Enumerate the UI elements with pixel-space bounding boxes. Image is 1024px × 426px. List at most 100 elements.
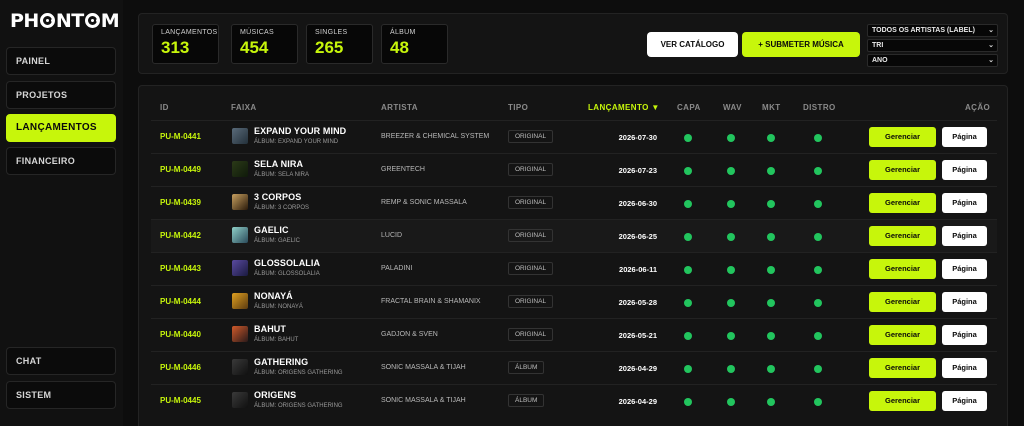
sidebar-item-financeiro[interactable]: FINANCEIRO: [6, 147, 116, 175]
table-row[interactable]: PU-M-0446 GATHERING ÁLBUM: ORIGENS GATHE…: [151, 351, 997, 384]
table-row[interactable]: PU-M-0444 NONAYÁ ÁLBUM: NONAYÁ FRACTAL B…: [151, 285, 997, 318]
stat-card-musicas: Músicas 454: [231, 24, 298, 64]
column-header-track[interactable]: FAIXA: [231, 103, 257, 112]
mkt-status-dot: [767, 266, 775, 274]
distro-status-dot: [814, 365, 822, 373]
distro-status-dot: [814, 167, 822, 175]
page-button[interactable]: Página: [942, 391, 987, 411]
release-date: 2026-06-30: [618, 199, 657, 208]
release-date: 2026-05-21: [618, 331, 657, 340]
cover-status-dot: [684, 134, 692, 142]
release-id[interactable]: PU-M-0443: [160, 264, 201, 273]
table-row[interactable]: PU-M-0441 EXPAND YOUR MIND ÁLBUM: EXPAND…: [151, 120, 997, 153]
page-button[interactable]: Página: [942, 259, 987, 279]
artist-filter-select[interactable]: TODOS OS ARTISTAS (LABEL) ⌄: [867, 24, 998, 37]
release-id[interactable]: PU-M-0449: [160, 165, 201, 174]
year-filter-select[interactable]: ANO ⌄: [867, 54, 998, 67]
column-header-type[interactable]: TIPO: [508, 103, 528, 112]
column-header-action: AÇÃO: [965, 103, 991, 112]
wav-status-dot: [727, 200, 735, 208]
column-header-release[interactable]: LANÇAMENTO ▼: [588, 103, 660, 112]
table-row[interactable]: PU-M-0443 GLOSSOLALIA ÁLBUM: GLOSSOLALIA…: [151, 252, 997, 285]
table-row[interactable]: PU-M-0445 ORIGENS ÁLBUM: ORIGENS GATHERI…: [151, 384, 997, 417]
wav-status-dot: [727, 332, 735, 340]
manage-button[interactable]: Gerenciar: [869, 259, 936, 279]
mkt-status-dot: [767, 365, 775, 373]
release-date: 2026-04-29: [618, 364, 657, 373]
stat-label: Álbum: [390, 29, 416, 36]
track-album: ÁLBUM: ORIGENS GATHERING: [254, 403, 343, 409]
track-album: ÁLBUM: EXPAND YOUR MIND: [254, 139, 339, 145]
column-header-artist[interactable]: ARTISTA: [381, 103, 418, 112]
cover-status-dot: [684, 266, 692, 274]
view-catalog-button[interactable]: VER CATÁLOGO: [647, 32, 738, 57]
manage-button[interactable]: Gerenciar: [869, 160, 936, 180]
sidebar-item-projetos[interactable]: PROJETOS: [6, 81, 116, 109]
type-badge: ORIGINAL: [508, 262, 554, 275]
column-header-distro[interactable]: DISTRO: [803, 103, 836, 112]
track-artist: BREEZER & CHEMICAL SYSTEM: [381, 133, 490, 140]
table-row[interactable]: PU-M-0442 GAELIC ÁLBUM: GAELIC LUCID ORI…: [151, 219, 997, 252]
page-button[interactable]: Página: [942, 193, 987, 213]
page-button[interactable]: Página: [942, 226, 987, 246]
column-header-cover[interactable]: CAPA: [677, 103, 701, 112]
release-id[interactable]: PU-M-0446: [160, 363, 201, 372]
page-button[interactable]: Página: [942, 160, 987, 180]
manage-button[interactable]: Gerenciar: [869, 127, 936, 147]
table-row[interactable]: PU-M-0440 BAHUT ÁLBUM: BAHUT GADJON & SV…: [151, 318, 997, 351]
stat-card-singles: Singles 265: [306, 24, 373, 64]
column-header-id[interactable]: ID: [160, 103, 169, 112]
stat-card-album: Álbum 48: [381, 24, 448, 64]
distro-status-dot: [814, 200, 822, 208]
release-id[interactable]: PU-M-0444: [160, 297, 201, 306]
cover-thumbnail: [232, 260, 248, 276]
distro-status-dot: [814, 398, 822, 406]
column-header-wav[interactable]: WAV: [723, 103, 742, 112]
select-value: TRI: [872, 42, 884, 49]
cover-status-dot: [684, 299, 692, 307]
releases-table: ID FAIXA ARTISTA TIPO LANÇAMENTO ▼ CAPA …: [138, 85, 1008, 426]
manage-button[interactable]: Gerenciar: [869, 358, 936, 378]
table-row[interactable]: PU-M-0449 SELA NIRA ÁLBUM: SELA NIRA GRE…: [151, 153, 997, 186]
page-button[interactable]: Página: [942, 127, 987, 147]
track-artist: LUCID: [381, 232, 403, 239]
sidebar-item-sistem[interactable]: SISTEM: [6, 381, 116, 409]
select-value: ANO: [872, 57, 888, 64]
track-album: ÁLBUM: GAELIC: [254, 238, 301, 244]
quarter-filter-select[interactable]: TRI ⌄: [867, 39, 998, 52]
page-button[interactable]: Página: [942, 325, 987, 345]
mkt-status-dot: [767, 398, 775, 406]
select-value: TODOS OS ARTISTAS (LABEL): [872, 27, 975, 34]
cover-thumbnail: [232, 326, 248, 342]
track-title: GATHERING: [254, 357, 309, 367]
release-id[interactable]: PU-M-0439: [160, 198, 201, 207]
submit-music-button[interactable]: + SUBMETER MÚSICA: [742, 32, 860, 57]
manage-button[interactable]: Gerenciar: [869, 193, 936, 213]
mkt-status-dot: [767, 134, 775, 142]
manage-button[interactable]: Gerenciar: [869, 325, 936, 345]
page-button[interactable]: Página: [942, 358, 987, 378]
phantom-logo[interactable]: PH NT M: [10, 10, 120, 32]
track-artist: REMP & SONIC MASSALA: [381, 199, 467, 206]
cover-thumbnail: [232, 293, 248, 309]
release-id[interactable]: PU-M-0440: [160, 330, 201, 339]
release-id[interactable]: PU-M-0445: [160, 396, 201, 405]
sidebar-item-painel[interactable]: PAINEL: [6, 47, 116, 75]
track-artist: SONIC MASSALA & TIJAH: [381, 364, 466, 371]
manage-button[interactable]: Gerenciar: [869, 391, 936, 411]
table-row[interactable]: PU-M-0439 3 CORPOS ÁLBUM: 3 CORPOS REMP …: [151, 186, 997, 219]
manage-button[interactable]: Gerenciar: [869, 292, 936, 312]
release-id[interactable]: PU-M-0441: [160, 132, 201, 141]
sidebar-item-chat[interactable]: CHAT: [6, 347, 116, 375]
manage-button[interactable]: Gerenciar: [869, 226, 936, 246]
sidebar: PH NT M PAINEL PROJETOS LANÇAMENTOS FINANC…: [0, 0, 123, 426]
release-id[interactable]: PU-M-0442: [160, 231, 201, 240]
type-badge: ORIGINAL: [508, 295, 554, 308]
release-date: 2026-07-23: [618, 166, 657, 175]
column-header-mkt[interactable]: MKT: [762, 103, 781, 112]
cover-thumbnail: [232, 161, 248, 177]
cover-thumbnail: [232, 194, 248, 210]
page-button[interactable]: Página: [942, 292, 987, 312]
cover-status-dot: [684, 332, 692, 340]
sidebar-item-lancamentos[interactable]: LANÇAMENTOS: [6, 114, 116, 142]
